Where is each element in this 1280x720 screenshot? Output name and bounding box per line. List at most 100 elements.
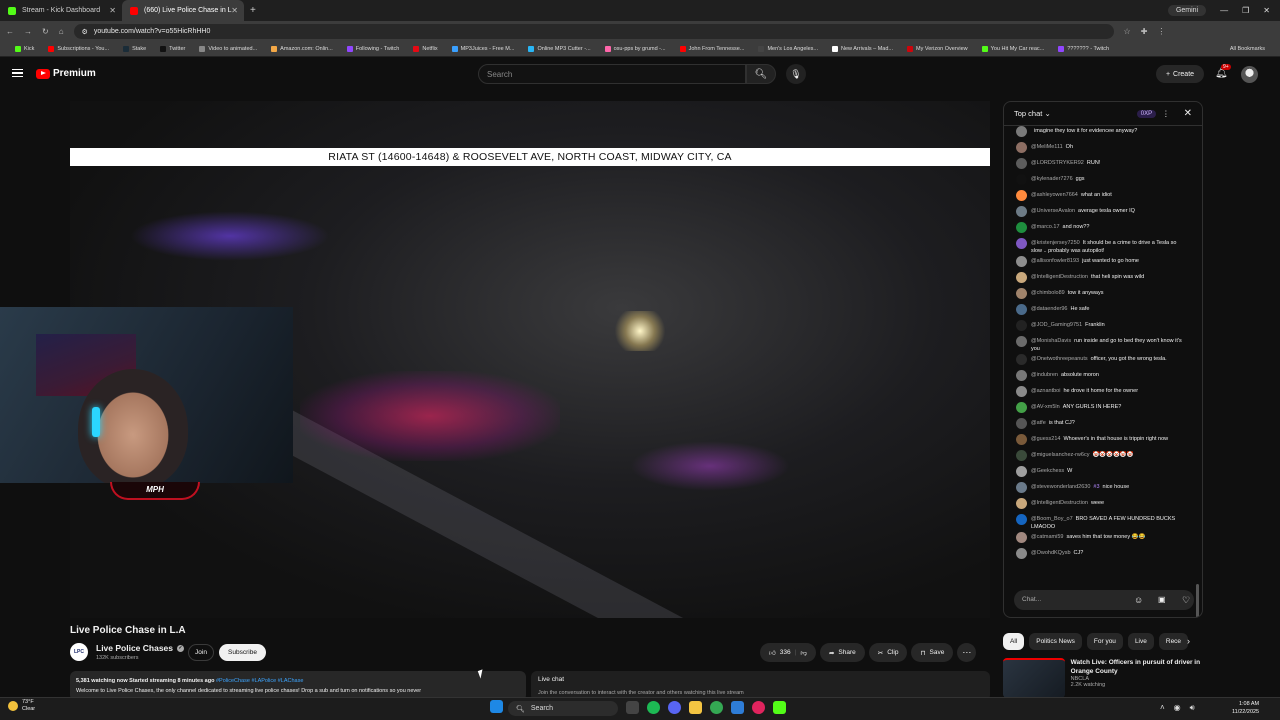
chat-scrollbar[interactable] [1196, 584, 1199, 617]
bookmark-item[interactable]: John From Tennesse... [673, 46, 752, 52]
all-bookmarks-button[interactable]: All Bookmarks [1223, 46, 1272, 52]
photos-icon[interactable] [731, 701, 744, 714]
chat-message[interactable]: @AV-xm5ln ANY GURLS IN HERE? [1004, 402, 1196, 418]
chat-username[interactable]: @miguelsanchez-rw6cy [1031, 452, 1089, 458]
bookmark-item[interactable]: Men's Los Angeles... [751, 46, 825, 52]
chat-message[interactable]: @IntelligentDestruction that heli spin wa… [1004, 272, 1196, 288]
youtube-premium-logo[interactable]: Premium [36, 68, 96, 79]
filter-chip[interactable]: For you [1086, 633, 1123, 650]
chat-message[interactable]: @aznantboi he drove it home for the owner [1004, 386, 1196, 402]
close-tab-icon[interactable]: ✕ [231, 6, 238, 15]
spotify-icon[interactable] [647, 701, 660, 714]
chat-avatar[interactable] [1016, 206, 1027, 217]
chevron-right-icon[interactable]: › [1187, 636, 1190, 646]
chat-input[interactable]: Chat... [1014, 590, 1194, 610]
chat-avatar[interactable] [1016, 402, 1027, 413]
tab-kick-dashboard[interactable]: Stream - Kick Dashboard ✕ [0, 0, 122, 21]
chat-username[interactable]: @aznantboi [1031, 388, 1060, 394]
chat-username[interactable]: @kylenader7276 [1031, 176, 1073, 182]
create-button[interactable]: + Create [1156, 65, 1204, 83]
hamburger-menu-icon[interactable] [12, 69, 23, 77]
kick-app-icon[interactable] [773, 701, 786, 714]
related-video-title[interactable]: Watch Live: Officers in pursuit of drive… [1071, 658, 1203, 676]
chat-avatar[interactable] [1016, 158, 1027, 169]
chat-avatar[interactable] [1016, 450, 1027, 461]
weather-widget[interactable]: 73°F Clear [8, 699, 35, 713]
chat-avatar[interactable] [1016, 548, 1027, 559]
bookmark-star-icon[interactable]: ☆ [1124, 27, 1131, 36]
chat-avatar[interactable] [1016, 272, 1027, 283]
url-field[interactable]: ⚙ youtube.com/watch?v=o55HicRhHH0 [73, 24, 1114, 39]
account-avatar[interactable] [1241, 66, 1258, 83]
chat-avatar[interactable] [1016, 320, 1027, 331]
bookmark-item[interactable]: Stake [116, 46, 153, 52]
chat-message[interactable]: @guess214 Whoever's in that house is trip… [1004, 434, 1196, 450]
filter-chip[interactable]: Politics News [1029, 633, 1082, 650]
maximize-icon[interactable]: ❐ [1242, 6, 1249, 15]
chat-avatar[interactable] [1016, 514, 1027, 525]
clip-button[interactable]: ✂ Clip [868, 643, 908, 662]
chat-username[interactable]: @OwohdKQysb [1031, 550, 1071, 556]
forward-icon[interactable]: → [24, 27, 32, 36]
chat-avatar[interactable] [1016, 336, 1027, 347]
channel-name[interactable]: Live Police Chases [96, 643, 173, 653]
chat-username[interactable]: @AV-xm5ln [1031, 404, 1060, 410]
chat-message[interactable]: @MonishaDavis run inside and go to bed th… [1004, 336, 1196, 354]
chat-username[interactable]: @marco.17 [1031, 224, 1060, 230]
bookmark-item[interactable]: Amazon.com: Onlin... [264, 46, 340, 52]
chat-message[interactable]: @indubren absolute moron [1004, 370, 1196, 386]
chat-message[interactable]: @miguelsanchez-rw6cy 🤡🤡🤡🤡🤡🤡 [1004, 450, 1196, 466]
chat-avatar[interactable] [1016, 370, 1027, 381]
like-button[interactable]: 👍︎ 336 | 👎︎ [760, 643, 816, 662]
more-actions-button[interactable]: ⋯ [957, 643, 977, 662]
chat-username[interactable]: @Onetwothreepeanuts [1031, 356, 1088, 362]
chat-message[interactable]: @Geekchess W [1004, 466, 1196, 482]
chat-avatar[interactable] [1016, 256, 1027, 267]
windows-start-icon[interactable] [490, 700, 503, 713]
chat-avatar[interactable] [1016, 304, 1027, 315]
chat-username[interactable]: @chimbolo89 [1031, 290, 1065, 296]
bookmark-item[interactable]: osu-pps by grumd -... [598, 46, 673, 52]
chat-avatar[interactable] [1016, 466, 1027, 477]
home-icon[interactable]: ⌂ [59, 27, 64, 36]
hashtags[interactable]: #PoliceChase #LAPolice #LAChase [216, 678, 303, 684]
chat-avatar[interactable] [1016, 386, 1027, 397]
related-video-thumbnail[interactable] [1003, 658, 1065, 698]
thumbs-down-icon[interactable]: 👎︎ [800, 649, 807, 657]
notifications-button[interactable]: 🔔︎ 9+ [1215, 64, 1231, 79]
reload-icon[interactable]: ↻ [42, 27, 49, 36]
bookmark-item[interactable]: Netflix [406, 46, 444, 52]
new-tab-button[interactable]: + [244, 5, 262, 16]
chat-username[interactable]: @dataender96 [1031, 306, 1067, 312]
chat-avatar[interactable] [1016, 354, 1027, 365]
chat-message[interactable]: @MeliMe111 Oh [1004, 142, 1196, 158]
chat-avatar[interactable] [1016, 142, 1027, 153]
minimize-icon[interactable]: — [1220, 6, 1228, 15]
chat-message[interactable]: @chimbolo89 tow it anyways [1004, 288, 1196, 304]
chat-username[interactable]: @guess214 [1031, 436, 1060, 442]
chat-message[interactable]: @catmami59 saves him that tow money 😂😂 [1004, 532, 1196, 548]
chat-message[interactable]: @stevewonderland2630 #3 nice house [1004, 482, 1196, 498]
emoji-icon[interactable]: ☺ [1134, 595, 1143, 605]
back-icon[interactable]: ← [6, 27, 14, 36]
save-button[interactable]: ⊓ Save [911, 643, 954, 662]
chat-mode-dropdown[interactable]: Top chat ⌄ [1014, 109, 1051, 118]
chat-message[interactable]: @Onetwothreepeanuts officer, you got the … [1004, 354, 1196, 370]
bookmark-item[interactable]: Kick [8, 46, 41, 52]
chat-username[interactable]: @IntelligentDestruction [1031, 274, 1088, 280]
bookmark-item[interactable]: ??????? - Twitch [1051, 46, 1116, 52]
chat-message[interactable]: @kristenjersey7250 It should be a crime t… [1004, 238, 1196, 256]
share-button[interactable]: ➦ Share [819, 643, 865, 662]
chat-username[interactable]: @atfe [1031, 420, 1046, 426]
chat-message[interactable]: @kylenader7276 ggs [1004, 174, 1196, 190]
filter-chip[interactable]: All [1003, 633, 1025, 650]
taskbar-search[interactable]: 🔍︎ Search [508, 701, 618, 716]
chat-username[interactable]: @catmami59 [1031, 534, 1063, 540]
chat-username[interactable]: @MonishaDavis [1031, 338, 1071, 344]
chat-message[interactable]: @allisonfowler8193 just wanted to go home [1004, 256, 1196, 272]
close-chat-icon[interactable]: ✕ [1184, 108, 1192, 119]
xp-badge[interactable]: 0XP [1136, 109, 1157, 118]
heart-icon[interactable]: ♡ [1182, 595, 1190, 606]
related-video-item[interactable]: Watch Live: Officers in pursuit of drive… [1003, 658, 1203, 700]
chat-avatar[interactable] [1016, 434, 1027, 445]
